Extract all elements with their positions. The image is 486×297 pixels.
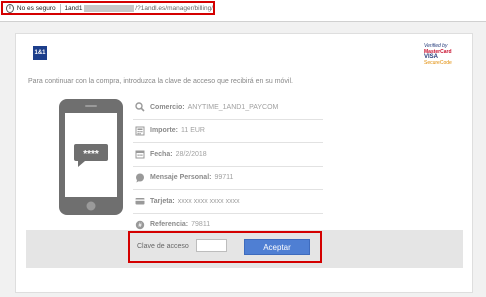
access-code-highlight-box: Clave de acceso Aceptar bbox=[128, 231, 322, 263]
detail-value: 99711 bbox=[214, 174, 234, 182]
payment-auth-card: 1&1 Verified by MasterCard VISA SecureCo… bbox=[15, 33, 473, 293]
reference-icon: # bbox=[135, 220, 145, 230]
store-icon bbox=[135, 102, 145, 112]
url-separator bbox=[59, 3, 61, 13]
form-footer: Clave de acceso Aceptar bbox=[26, 230, 463, 268]
url-highlight-box: i No es seguro 1and1 /?1andl.es/manager/… bbox=[1, 1, 215, 15]
calendar-icon bbox=[135, 149, 145, 159]
phone-icon: **** bbox=[59, 99, 123, 215]
info-icon[interactable]: i bbox=[6, 3, 14, 13]
detail-label: Importe: bbox=[150, 127, 178, 135]
url-prefix[interactable]: 1and1 bbox=[64, 5, 82, 12]
detail-row-importe: Importe: 11 EUR bbox=[133, 120, 323, 143]
transaction-details: Comercio: ANYTIME_1AND1_PAYCOM Importe: … bbox=[133, 96, 323, 236]
detail-row-fecha: Fecha: 28/2/2018 bbox=[133, 143, 323, 167]
securecode-text: SecureCode bbox=[424, 59, 452, 66]
detail-label: Mensaje Personal: bbox=[150, 174, 212, 182]
detail-label: Tarjeta: bbox=[150, 197, 175, 205]
brand-logo: 1&1 bbox=[33, 46, 47, 60]
card-icon bbox=[135, 196, 145, 206]
url-path[interactable]: /?1andl.es/manager/billing/ bbox=[135, 5, 213, 12]
detail-row-tarjeta: Tarjeta: xxxx xxxx xxxx xxxx bbox=[133, 190, 323, 214]
detail-label: Fecha: bbox=[150, 150, 173, 158]
message-icon bbox=[135, 173, 145, 183]
address-bar[interactable]: i No es seguro 1and1 /?1andl.es/manager/… bbox=[0, 0, 486, 22]
accept-button[interactable]: Aceptar bbox=[244, 239, 310, 255]
detail-value: 28/2/2018 bbox=[175, 150, 207, 158]
intro-text: Para continuar con la compra, introduzca… bbox=[28, 78, 293, 85]
amount-icon bbox=[135, 126, 145, 136]
security-label[interactable]: No es seguro bbox=[17, 5, 56, 12]
detail-value: ANYTIME_1AND1_PAYCOM bbox=[187, 103, 279, 111]
detail-label: Comercio: bbox=[150, 103, 185, 111]
detail-value: xxxx xxxx xxxx xxxx bbox=[177, 197, 240, 205]
detail-row-mensaje: Mensaje Personal: 99711 bbox=[133, 167, 323, 190]
detail-value: 11 EUR bbox=[181, 127, 205, 135]
access-code-label: Clave de acceso bbox=[137, 243, 189, 250]
url-redacted-segment bbox=[83, 4, 135, 12]
pin-mask-text: **** bbox=[83, 149, 99, 160]
detail-value: 79811 bbox=[191, 221, 211, 229]
detail-row-comercio: Comercio: ANYTIME_1AND1_PAYCOM bbox=[133, 96, 323, 120]
verified-by-visa-logo: Verified by MasterCard VISA SecureCode bbox=[424, 43, 460, 66]
access-code-input[interactable] bbox=[196, 239, 227, 252]
detail-label: Referencia: bbox=[150, 221, 189, 229]
